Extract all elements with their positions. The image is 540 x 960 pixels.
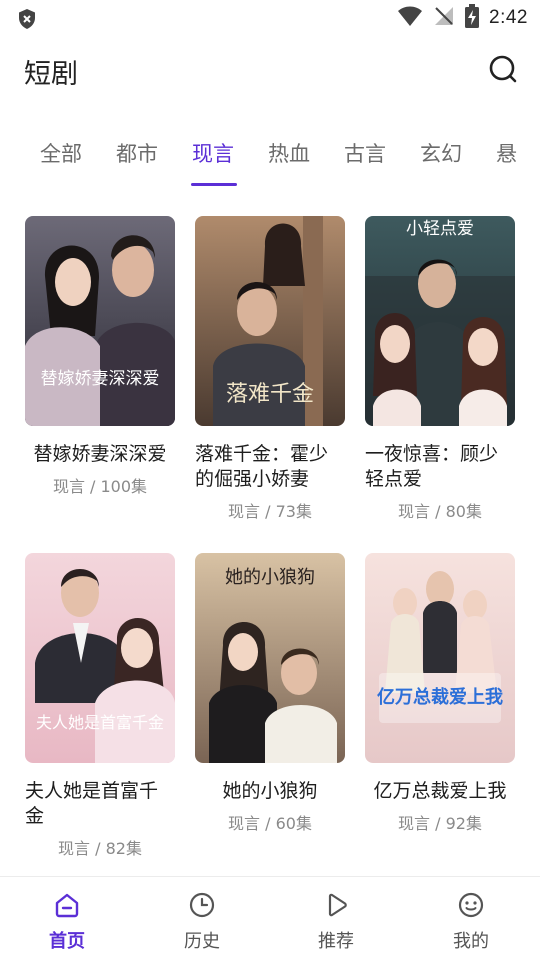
no-signal-icon [433, 5, 455, 31]
poster-title-text: 小轻点爱 [406, 219, 474, 239]
nav-label: 推荐 [318, 931, 354, 952]
drama-title: 她的小狼狗 [222, 780, 318, 802]
tab-all[interactable]: 全部 [40, 138, 82, 168]
wifi-icon [397, 5, 423, 31]
nav-label: 我的 [453, 931, 489, 952]
drama-card[interactable]: 小轻点爱 一夜惊喜：顾少轻点爱 现言 / 80集 [365, 216, 515, 522]
drama-card[interactable]: 替嫁娇妻深深爱 替嫁娇妻深深爱 现言 / 100集 [25, 216, 175, 497]
drama-meta: 现言 / 82集 [58, 839, 142, 858]
drama-poster[interactable]: 她的小狼狗 [195, 553, 345, 763]
nav-label: 历史 [184, 931, 220, 952]
tab-modern-romance[interactable]: 现言 [192, 138, 234, 168]
app-header: 短剧 [0, 46, 540, 94]
drama-poster[interactable]: 亿万总裁爱上我 [365, 553, 515, 763]
drama-meta: 现言 / 80集 [398, 502, 482, 521]
battery-charging-icon [465, 4, 480, 32]
bottom-navigation: 首页 历史 推荐 我的 [0, 876, 540, 960]
tab-fantasy[interactable]: 玄幻 [420, 138, 462, 168]
drama-poster[interactable]: 替嫁娇妻深深爱 [25, 216, 175, 426]
nav-home[interactable]: 首页 [27, 891, 107, 953]
tab-action[interactable]: 热血 [268, 138, 310, 168]
drama-meta: 现言 / 73集 [228, 502, 312, 521]
page-title: 短剧 [24, 59, 78, 90]
drama-meta: 现言 / 60集 [228, 814, 312, 833]
tab-city[interactable]: 都市 [116, 138, 158, 168]
drama-title: 夫人她是首富千金 [25, 780, 159, 827]
poster-title-text: 替嫁娇妻深深爱 [41, 369, 160, 389]
drama-poster[interactable]: 落难千金 [195, 216, 345, 426]
active-tab-indicator [191, 183, 237, 186]
nav-label: 首页 [49, 931, 85, 952]
clock-icon [189, 892, 215, 918]
poster-title-text: 亿万总裁爱上我 [377, 686, 503, 708]
drama-meta: 现言 / 92集 [398, 814, 482, 833]
tab-mystery[interactable]: 悬 [496, 138, 517, 168]
tab-ancient-romance[interactable]: 古言 [344, 138, 386, 168]
drama-title: 替嫁娇妻深深爱 [33, 443, 167, 465]
drama-title: 亿万总裁爱上我 [373, 780, 507, 802]
drama-meta: 现言 / 100集 [52, 477, 148, 496]
nav-history[interactable]: 历史 [162, 891, 242, 953]
drama-title: 一夜惊喜：顾少轻点爱 [365, 443, 499, 490]
poster-title-text: 落难千金 [226, 382, 314, 407]
drama-card[interactable]: 落难千金 落难千金：霍少的倔强小娇妻 现言 / 73集 [195, 216, 345, 522]
nav-profile[interactable]: 我的 [431, 891, 511, 953]
search-icon [489, 55, 517, 83]
home-icon [55, 893, 79, 918]
nav-recommend[interactable]: 推荐 [296, 891, 376, 953]
shield-icon [16, 8, 38, 30]
status-bar: 2:42 [0, 0, 540, 36]
drama-poster[interactable]: 小轻点爱 [365, 216, 515, 426]
drama-card[interactable]: 亿万总裁爱上我 亿万总裁爱上我 现言 / 92集 [365, 553, 515, 834]
category-tabs: 全部 都市 现言 热血 古言 玄幻 悬 [0, 130, 540, 186]
drama-title: 落难千金：霍少的倔强小娇妻 [195, 443, 329, 490]
search-button[interactable] [488, 54, 518, 84]
poster-title-text: 夫人她是首富千金 [36, 713, 164, 732]
smile-icon [458, 892, 484, 918]
clock-time: 2:42 [489, 7, 528, 28]
drama-card[interactable]: 夫人她是首富千金 夫人她是首富千金 现言 / 82集 [25, 553, 175, 859]
play-icon [328, 893, 347, 917]
poster-title-text: 她的小狼狗 [225, 567, 315, 588]
drama-poster[interactable]: 夫人她是首富千金 [25, 553, 175, 763]
drama-card[interactable]: 她的小狼狗 她的小狼狗 现言 / 60集 [195, 553, 345, 834]
